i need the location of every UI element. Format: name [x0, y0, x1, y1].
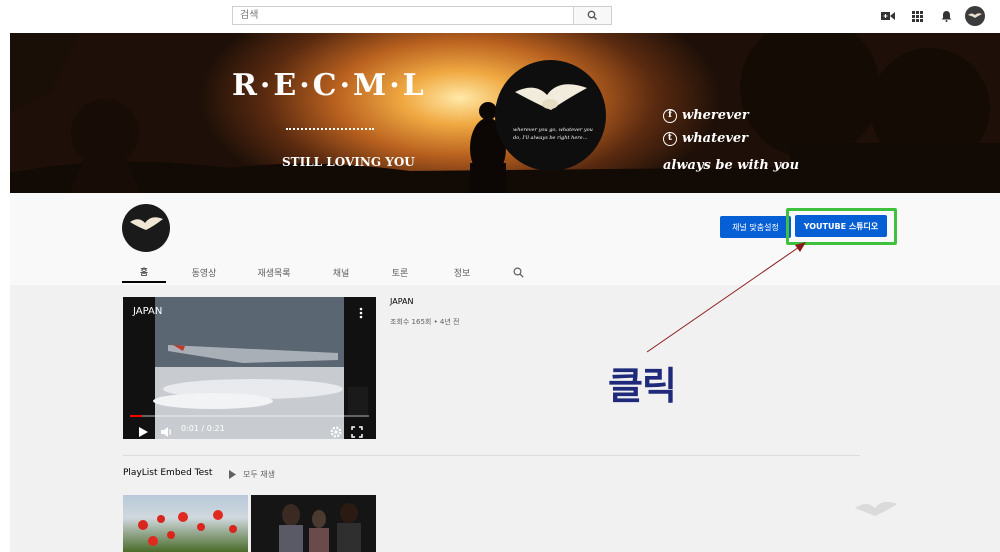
facebook-icon: f: [663, 108, 677, 123]
banner-title: R·E·C·M·L: [232, 68, 427, 103]
volume-button[interactable]: [161, 423, 173, 437]
banner-line3: always be with you: [663, 158, 800, 173]
search-input[interactable]: [233, 7, 582, 24]
volume-icon: [161, 427, 172, 437]
video-camera-icon: [881, 12, 895, 20]
left-rail: [0, 33, 10, 552]
playlist-title[interactable]: PlayList Embed Test: [123, 468, 212, 478]
banner-line2: whatever: [682, 131, 749, 146]
playlist-thumbnail[interactable]: [251, 495, 376, 552]
create-video-button[interactable]: [878, 6, 898, 26]
more-vertical-icon: [359, 307, 363, 319]
channel-content: JAPAN 0:01 / 0:21 JAPAN 조회수 165회 • 4년 전 …: [10, 285, 1000, 552]
dove-icon: [130, 217, 163, 230]
channel-banner: R·E·C·M·L STILL LOVING YOU wherever you …: [10, 33, 1000, 193]
bell-icon: [941, 11, 951, 22]
tab-about[interactable]: 정보: [444, 261, 480, 283]
playlist-thumbnail[interactable]: [123, 495, 248, 552]
dove-icon: [515, 84, 587, 110]
video-more-button[interactable]: [356, 305, 366, 319]
search-button[interactable]: [573, 7, 611, 24]
top-bar: [0, 0, 1000, 33]
play-icon: [139, 427, 148, 437]
banner-line-whatever: t whatever: [663, 131, 748, 146]
customize-channel-button[interactable]: 채널 맞춤설정: [720, 216, 791, 238]
search-icon: [512, 266, 524, 278]
video-title[interactable]: JAPAN: [390, 297, 413, 306]
video-progress-bar[interactable]: [130, 415, 369, 417]
account-button[interactable]: [965, 6, 985, 26]
channel-header: 채널 맞춤설정 YOUTUBE 스튜디오 홈 동영상 재생목록 채널 토론 정보: [10, 193, 1000, 285]
settings-button[interactable]: [330, 423, 342, 438]
video-watermark: [348, 387, 368, 415]
fullscreen-button[interactable]: [351, 423, 363, 438]
youtube-studio-button[interactable]: YOUTUBE 스튜디오: [795, 215, 887, 237]
video-frame: [123, 297, 376, 439]
twitter-icon: t: [663, 131, 677, 146]
annotation-click-text: 클릭: [608, 364, 677, 408]
tab-home[interactable]: 홈: [122, 261, 166, 283]
tab-channels[interactable]: 채널: [322, 261, 360, 283]
play-all-button[interactable]: 모두 재생: [228, 469, 275, 480]
poppy-field-image: [138, 510, 237, 546]
gear-icon: [330, 426, 342, 438]
tab-videos[interactable]: 동영상: [182, 261, 226, 283]
fullscreen-icon: [351, 426, 363, 438]
avatar: [965, 6, 985, 26]
banner-underline: [286, 128, 374, 130]
top-actions: [869, 6, 985, 26]
section-divider: [123, 455, 860, 456]
performers-image: [279, 503, 361, 552]
video-meta: 조회수 165회 • 4년 전: [390, 318, 460, 326]
video-progress-fill: [130, 415, 142, 417]
tab-discussion[interactable]: 토론: [382, 261, 418, 283]
play-all-label: 모두 재생: [243, 470, 275, 479]
video-overlay-title: JAPAN: [133, 306, 163, 317]
search-icon: [587, 10, 597, 20]
notifications-button[interactable]: [936, 6, 956, 26]
channel-avatar[interactable]: [122, 204, 170, 252]
banner-subtitle: STILL LOVING YOU: [282, 155, 415, 169]
dove-icon: [968, 13, 982, 18]
apps-grid-icon: [911, 10, 923, 22]
video-time: 0:01 / 0:21: [181, 424, 225, 433]
watermark-logo: [855, 501, 897, 516]
play-button[interactable]: [137, 423, 149, 437]
tab-playlists[interactable]: 재생목록: [249, 261, 299, 283]
play-icon: [229, 470, 236, 479]
featured-video-player[interactable]: JAPAN 0:01 / 0:21: [123, 297, 376, 439]
banner-line1: wherever: [682, 108, 749, 123]
search-box: [232, 6, 612, 25]
banner-line-wherever: f wherever: [663, 108, 749, 123]
apps-button[interactable]: [907, 6, 927, 26]
banner-logo: wherever you go, whatever you do, I'll a…: [495, 60, 606, 171]
logo-text: wherever you go, whatever you do, I'll a…: [513, 127, 593, 141]
channel-search-button[interactable]: [506, 261, 530, 283]
